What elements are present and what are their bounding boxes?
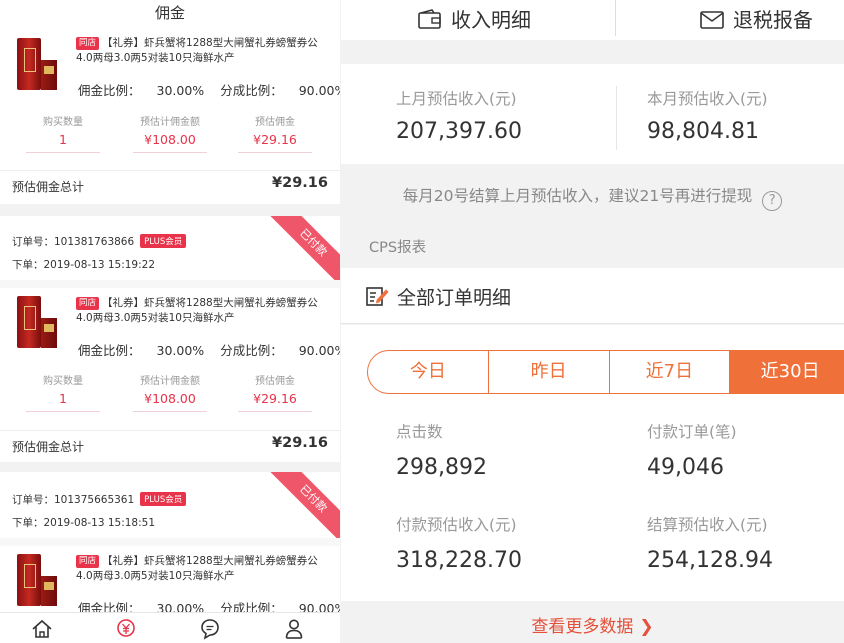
all-orders-header[interactable]: 全部订单明细 bbox=[341, 268, 844, 324]
commission-rate: 30.00% bbox=[156, 83, 205, 98]
user-icon bbox=[285, 619, 303, 639]
order-number: 订单号：101381763866 PLUS会员 bbox=[12, 234, 187, 249]
period-selector: 今日 昨日 近7日 近30日 bbox=[367, 350, 844, 394]
shop-tag: 同店 bbox=[76, 555, 100, 568]
product-image[interactable] bbox=[17, 554, 61, 608]
commission-total: ¥29.16 bbox=[272, 175, 328, 191]
product-title[interactable]: 同店 【礼券】虾兵蟹将1288型大闸蟹礼券螃蟹券公4.0两母3.0两5对装10只海… bbox=[76, 36, 330, 66]
edit-document-icon bbox=[366, 287, 389, 306]
monthly-income-summary: 上月预估收入(元) 207,397.60 本月预估收入(元) 98,804.81 bbox=[341, 64, 844, 164]
est-amount-stat: 预估计佣金额 ¥108.00 bbox=[125, 116, 215, 153]
envelope-icon bbox=[700, 10, 724, 29]
product-title[interactable]: 同店 【礼券】虾兵蟹将1288型大闸蟹礼券螃蟹券公4.0两母3.0两5对装10只海… bbox=[76, 296, 330, 326]
commission-yen-icon bbox=[117, 619, 135, 637]
period-30-days[interactable]: 近30日 bbox=[729, 351, 844, 393]
clicks-stat: 点击数 298,892 bbox=[396, 423, 487, 480]
product-image[interactable] bbox=[17, 38, 61, 92]
top-tabs: 收入明细 退税报备 bbox=[341, 0, 844, 40]
shop-tag: 同店 bbox=[76, 297, 100, 310]
settled-income-stat: 结算预估收入(元) 254,128.94 bbox=[647, 516, 773, 573]
nav-messages[interactable] bbox=[196, 616, 224, 642]
plus-member-badge: PLUS会员 bbox=[140, 492, 187, 506]
help-question-icon[interactable]: ? bbox=[762, 191, 783, 211]
order-card[interactable]: 同店 【礼券】虾兵蟹将1288型大闸蟹礼券螃蟹券公4.0两母3.0两5对装10只海… bbox=[0, 30, 340, 204]
share-rate: 90.00% bbox=[298, 83, 340, 98]
last-month-income: 上月预估收入(元) 207,397.60 bbox=[396, 90, 522, 144]
tab-income-details[interactable]: 收入明细 bbox=[417, 4, 531, 33]
order-number: 订单号：101375665361 PLUS会员 bbox=[12, 492, 187, 507]
chevron-right-icon: ❯ bbox=[639, 617, 654, 637]
period-yesterday[interactable]: 昨日 bbox=[487, 351, 609, 393]
shop-tag: 同店 bbox=[76, 37, 100, 50]
order-card[interactable]: 已付款 订单号：101381763866 PLUS会员 下单：2019-08-13… bbox=[0, 216, 340, 462]
nav-home[interactable] bbox=[28, 616, 56, 642]
est-commission-stat: 预估佣金 ¥29.16 bbox=[230, 375, 320, 412]
share-rate: 90.00% bbox=[298, 343, 340, 358]
wallet-icon bbox=[418, 8, 441, 29]
page-title: 佣金 bbox=[0, 0, 340, 30]
view-more-data-link[interactable]: 查看更多数据 ❯ bbox=[341, 612, 844, 642]
cps-report-label: CPS报表 bbox=[369, 240, 427, 256]
qty-stat: 购买数量 1 bbox=[18, 375, 108, 412]
paid-orders-stat: 付款订单(笔) 49,046 bbox=[647, 423, 737, 480]
product-title[interactable]: 同店 【礼券】虾兵蟹将1288型大闸蟹礼券螃蟹券公4.0两母3.0两5对装10只海… bbox=[76, 554, 330, 584]
qty-stat: 购买数量 1 bbox=[18, 116, 108, 153]
message-icon bbox=[201, 619, 219, 640]
bottom-nav bbox=[0, 612, 340, 643]
commission-total-row: 预估佣金总计 ¥29.16 bbox=[0, 170, 340, 200]
nav-profile[interactable] bbox=[280, 616, 308, 642]
plus-member-badge: PLUS会员 bbox=[140, 234, 187, 248]
commission-total: ¥29.16 bbox=[272, 435, 328, 451]
paid-income-stat: 付款预估收入(元) 318,228.70 bbox=[396, 516, 522, 573]
tab-tax-report[interactable]: 退税报备 bbox=[699, 4, 813, 33]
rate-row: 佣金比例：30.00%分成比例：90.00% bbox=[78, 340, 340, 359]
nav-commission[interactable] bbox=[112, 616, 140, 642]
period-7-days[interactable]: 近7日 bbox=[608, 351, 730, 393]
est-commission-stat: 预估佣金 ¥29.16 bbox=[230, 116, 320, 153]
commission-rate: 30.00% bbox=[156, 343, 205, 358]
product-image[interactable] bbox=[17, 296, 61, 350]
settlement-notice: 每月20号结算上月预估收入，建议21号再进行提现? bbox=[341, 176, 844, 216]
home-icon bbox=[32, 619, 52, 638]
commission-orders-panel: 佣金 同店 【礼券】虾兵蟹将1288型大闸蟹礼券螃蟹券公4.0两母3.0两5对装1… bbox=[0, 0, 340, 643]
paid-status-ribbon: 已付款 bbox=[267, 216, 340, 289]
order-time: 下单：2019-08-13 15:18:51 bbox=[12, 517, 156, 529]
paid-status-ribbon: 已付款 bbox=[267, 472, 340, 545]
this-month-income: 本月预估收入(元) 98,804.81 bbox=[647, 90, 768, 144]
screen: 佣金 同店 【礼券】虾兵蟹将1288型大闸蟹礼券螃蟹券公4.0两母3.0两5对装1… bbox=[0, 0, 844, 643]
rate-row: 佣金比例：30.00%分成比例：90.00% bbox=[78, 80, 340, 99]
period-today[interactable]: 今日 bbox=[368, 351, 488, 393]
cps-stats: 今日 昨日 近7日 近30日 点击数 298,892 付款订单(笔) 49,04… bbox=[341, 325, 844, 601]
income-dashboard-panel: 收入明细 退税报备 上月预估收入(元) 207,397.60 本月预估收入(元)… bbox=[341, 0, 844, 643]
order-time: 下单：2019-08-13 15:19:22 bbox=[12, 259, 156, 271]
commission-total-row: 预估佣金总计 ¥29.16 bbox=[0, 430, 340, 460]
est-amount-stat: 预估计佣金额 ¥108.00 bbox=[125, 375, 215, 412]
